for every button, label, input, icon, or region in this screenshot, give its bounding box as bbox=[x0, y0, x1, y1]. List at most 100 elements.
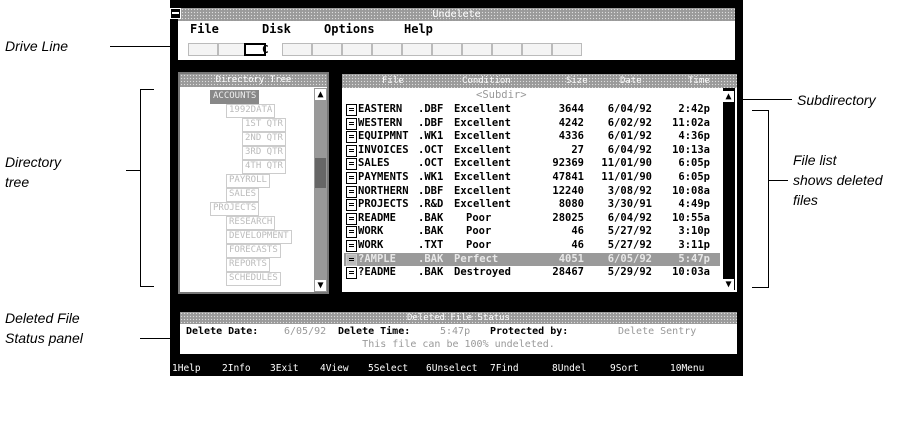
status-header: Deleted File Status bbox=[180, 312, 737, 324]
file-row[interactable]: PAYMENTS .WK1 Excellent 47841 11/01/90 6:05p bbox=[344, 171, 720, 184]
tree-scrollbar[interactable]: ▲ ▼ bbox=[314, 88, 327, 292]
file-condition: Excellent bbox=[454, 171, 511, 183]
file-date: 3/30/91 bbox=[607, 198, 652, 211]
drive-i-icon[interactable] bbox=[432, 43, 462, 56]
file-size: 4051 bbox=[558, 252, 584, 265]
drive-f-icon[interactable] bbox=[342, 43, 372, 56]
drive-a-icon[interactable] bbox=[188, 43, 218, 56]
menu-disk[interactable]: Disk bbox=[262, 21, 291, 38]
scroll-up-icon[interactable]: ▲ bbox=[723, 91, 734, 102]
fkey-info[interactable]: 2Info bbox=[222, 361, 251, 376]
tree-node[interactable]: PAYROLL bbox=[226, 174, 270, 188]
tree-node[interactable]: 1ST QTR bbox=[242, 118, 286, 132]
scroll-down-icon[interactable]: ▼ bbox=[315, 280, 326, 291]
file-row[interactable]: WESTERN .DBF Excellent 4242 6/02/92 11:02a bbox=[344, 117, 720, 130]
tree-node[interactable]: ACCOUNTS bbox=[210, 90, 260, 104]
file-condition: Excellent bbox=[454, 130, 511, 143]
drive-j-icon[interactable] bbox=[462, 43, 492, 56]
file-icon bbox=[346, 185, 357, 198]
undelete-screen: Undelete File Disk Options Help C Direct… bbox=[170, 0, 743, 376]
fkey-help[interactable]: 1Help bbox=[172, 361, 201, 376]
file-row[interactable]: WORK .TXT Poor 46 5/27/92 3:11p bbox=[344, 239, 720, 252]
menu-options[interactable]: Options bbox=[324, 21, 375, 38]
file-size: 8080 bbox=[558, 198, 584, 211]
tree-node[interactable]: 1992DATA bbox=[226, 104, 276, 118]
fkey-exit[interactable]: 3Exit bbox=[270, 361, 299, 376]
scroll-up-icon[interactable]: ▲ bbox=[315, 89, 326, 100]
file-list-scrollbar[interactable]: ▲ ▼ bbox=[723, 88, 735, 290]
tree-node[interactable]: 2ND QTR bbox=[242, 132, 286, 146]
file-date: 11/01/90 bbox=[601, 157, 652, 170]
file-name: WESTERN bbox=[358, 116, 403, 129]
fkey-find[interactable]: 7Find bbox=[490, 361, 519, 376]
file-time: 4:49p bbox=[678, 198, 710, 211]
file-row[interactable]: PROJECTS .R&D Excellent 8080 3/30/91 4:49p bbox=[344, 198, 720, 212]
file-size: 28025 bbox=[552, 211, 584, 224]
file-row[interactable]: README .BAK Poor 28025 6/04/92 10:55a bbox=[344, 212, 720, 225]
subdir-row[interactable]: <Subdir> bbox=[344, 89, 720, 102]
file-row[interactable]: ?EADME .BAK Destroyed 28467 5/29/92 10:03a bbox=[344, 266, 720, 280]
tree-node[interactable]: 3RD QTR bbox=[242, 146, 286, 160]
file-ext: .TXT bbox=[418, 239, 444, 251]
drive-e-icon[interactable] bbox=[312, 43, 342, 56]
scroll-thumb[interactable] bbox=[315, 158, 326, 188]
file-time: 4:36p bbox=[678, 130, 710, 143]
file-icon bbox=[346, 253, 357, 266]
tree-node[interactable]: RESEARCH bbox=[226, 216, 276, 230]
drive-l-icon[interactable] bbox=[522, 43, 552, 56]
scroll-down-icon[interactable]: ▼ bbox=[723, 279, 734, 290]
tree-node[interactable]: SCHEDULES bbox=[226, 272, 281, 286]
file-time: 10:13a bbox=[672, 143, 710, 156]
menu-bar: File Disk Options Help bbox=[178, 21, 735, 38]
file-row[interactable]: EQUIPMNT .WK1 Excellent 4336 6/01/92 4:36p bbox=[344, 130, 720, 144]
system-menu-icon[interactable] bbox=[170, 8, 181, 19]
tree-node[interactable]: PROJECTS bbox=[210, 202, 260, 216]
file-icon bbox=[346, 158, 357, 171]
file-list-panel: File Condition Size Date Time <Subdir> E… bbox=[340, 72, 739, 294]
file-time: 6:05p bbox=[678, 157, 710, 170]
file-time: 5:47p bbox=[678, 252, 710, 265]
file-time: 10:03a bbox=[672, 266, 710, 279]
callout-drive-line: Drive Line bbox=[5, 38, 69, 54]
fkey-menu[interactable]: 10Menu bbox=[670, 361, 704, 376]
file-row[interactable]: SALES .OCT Excellent 92369 11/01/90 6:05p bbox=[344, 157, 720, 171]
file-row[interactable]: INVOICES .OCT Excellent 27 6/04/92 10:13a bbox=[344, 144, 720, 157]
file-row[interactable]: ?AMPLE .BAK Perfect 4051 6/05/92 5:47p bbox=[344, 252, 720, 266]
tree-node[interactable]: 4TH QTR bbox=[242, 160, 286, 174]
file-date: 11/01/90 bbox=[601, 171, 652, 183]
file-time: 3:11p bbox=[678, 239, 710, 251]
drive-d-icon[interactable] bbox=[282, 43, 312, 56]
file-condition: Excellent bbox=[454, 103, 511, 115]
file-row[interactable]: NORTHERN .DBF Excellent 12240 3/08/92 10:08a bbox=[344, 185, 720, 198]
file-condition: Excellent bbox=[454, 143, 511, 156]
fkey-undel[interactable]: 8Undel bbox=[552, 361, 586, 376]
directory-tree-header: Directory Tree bbox=[180, 74, 327, 87]
file-ext: .DBF bbox=[418, 116, 444, 129]
file-row[interactable]: WORK .BAK Poor 46 5/27/92 3:10p bbox=[344, 225, 720, 239]
file-icon bbox=[346, 267, 357, 280]
menu-file[interactable]: File bbox=[190, 21, 219, 38]
file-ext: .BAK bbox=[418, 225, 444, 238]
fkey-select[interactable]: 5Select bbox=[368, 361, 408, 376]
drive-k-icon[interactable] bbox=[492, 43, 522, 56]
fkey-unselect[interactable]: 6Unselect bbox=[426, 361, 477, 376]
file-time: 10:08a bbox=[672, 184, 710, 197]
file-time: 10:55a bbox=[672, 211, 710, 224]
drive-c-icon[interactable]: C bbox=[244, 43, 269, 56]
tree-node[interactable]: REPORTS bbox=[226, 258, 270, 272]
file-icon bbox=[346, 117, 357, 130]
tree-node[interactable]: FORECASTS bbox=[226, 244, 281, 258]
menu-help[interactable]: Help bbox=[404, 21, 433, 38]
file-icon bbox=[346, 212, 357, 225]
drive-m-icon[interactable] bbox=[552, 43, 582, 56]
file-condition: Poor bbox=[466, 225, 492, 238]
fkey-view[interactable]: 4View bbox=[320, 361, 349, 376]
file-time: 11:02a bbox=[672, 116, 710, 129]
drive-g-icon[interactable] bbox=[372, 43, 402, 56]
tree-node[interactable]: SALES bbox=[226, 188, 260, 202]
tree-node[interactable]: DEVELOPMENT bbox=[226, 230, 292, 244]
file-row[interactable]: EASTERN .DBF Excellent 3644 6/04/92 2:42p bbox=[344, 103, 720, 116]
drive-h-icon[interactable] bbox=[402, 43, 432, 56]
file-name: EQUIPMNT bbox=[358, 130, 409, 143]
fkey-sort[interactable]: 9Sort bbox=[610, 361, 639, 376]
